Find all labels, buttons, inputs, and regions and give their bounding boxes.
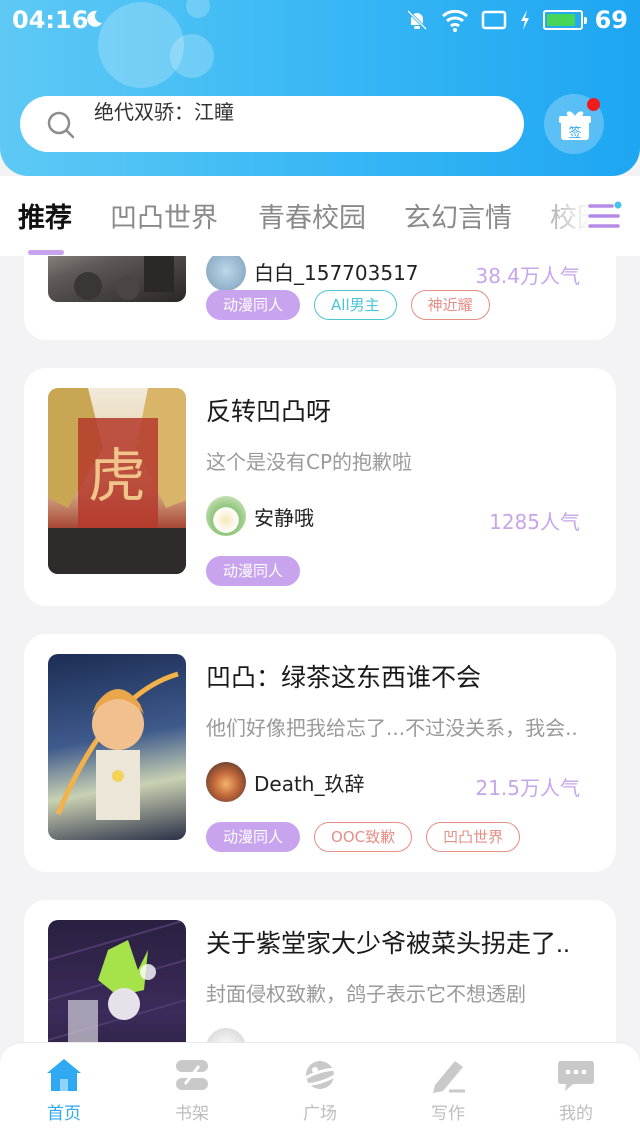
tab-fade <box>530 176 640 256</box>
author-name: 安静哦 <box>254 505 314 530</box>
popularity-count: 21.5万人气 <box>475 776 580 800</box>
tag[interactable]: 动漫同人 <box>206 556 301 586</box>
tab-youth-campus[interactable]: 青春校园 <box>258 196 366 235</box>
menu-icon[interactable] <box>588 200 622 232</box>
story-description: 这个是没有CP的抱歉啦 <box>206 450 413 474</box>
story-card[interactable]: 凹凸：绿茶这东西谁不会 他们好像把我给忘了...不过没关系，我会.. Death… <box>24 634 616 872</box>
nav-label: 我的 <box>559 1104 593 1124</box>
avatar <box>206 256 246 291</box>
story-title: 关于紫堂家大少爷被菜头拐走了.. <box>206 930 570 958</box>
tag[interactable]: 凹凸世界 <box>426 822 521 852</box>
story-author: Death_玖辞 <box>206 762 364 802</box>
story-card[interactable]: 虎 反转凹凸呀 这个是没有CP的抱歉啦 安静哦 1285人气 动漫同人 <box>24 368 616 606</box>
story-description: 他们好像把我给忘了...不过没关系，我会.. <box>206 716 578 740</box>
charging-icon <box>520 10 529 30</box>
tab-recommend[interactable]: 推荐 <box>18 196 72 235</box>
story-card[interactable]: 白白_157703517 38.4万人气 动漫同人 All男主 神近耀 <box>24 256 616 340</box>
cover-title: 虎 <box>88 442 146 510</box>
gift-icon: 签 <box>559 111 591 141</box>
popularity-count: 38.4万人气 <box>475 264 580 288</box>
battery-level <box>546 14 576 26</box>
story-card[interactable]: 关于紫堂家大少爷被菜头拐走了.. 封面侵权致歉，鸽子表示它不想透剧 <box>24 900 616 1042</box>
status-bar: 04:16 69 <box>0 0 640 40</box>
cast-icon <box>481 10 506 30</box>
tag[interactable]: All男主 <box>314 290 397 320</box>
nav-home[interactable]: 首页 <box>14 1057 114 1124</box>
story-author: 白白_157703517 <box>206 256 419 291</box>
pen-icon <box>433 1061 465 1093</box>
active-tab-indicator <box>28 250 64 255</box>
nav-bookshelf[interactable]: 书架 <box>142 1057 242 1124</box>
planet-icon <box>301 1061 339 1089</box>
popularity-count: 1285人气 <box>489 510 580 534</box>
nav-mine[interactable]: 我的 <box>526 1057 626 1124</box>
nav-write[interactable]: 写作 <box>398 1057 498 1124</box>
tag-list: 动漫同人 <box>206 556 301 586</box>
nav-label: 书架 <box>175 1104 209 1124</box>
chat-icon <box>558 1061 594 1091</box>
tag[interactable]: 动漫同人 <box>206 290 301 320</box>
story-description: 封面侵权致歉，鸽子表示它不想透剧 <box>206 982 526 1006</box>
tab-aotu-world[interactable]: 凹凸世界 <box>110 196 218 235</box>
story-cover <box>48 256 186 302</box>
category-tabs: 推荐 凹凸世界 青春校园 玄幻言情 校园 <box>0 176 640 256</box>
author-name: Death_玖辞 <box>254 771 365 796</box>
search-icon <box>47 111 75 139</box>
avatar <box>206 762 246 802</box>
app-header: 04:16 69 绝代双骄：江瞳 签 <box>0 0 640 176</box>
wifi-icon <box>441 9 468 32</box>
tag[interactable]: OOC致歉 <box>314 822 413 852</box>
home-icon <box>47 1059 81 1091</box>
tab-fantasy-romance[interactable]: 玄幻言情 <box>404 196 512 235</box>
nav-plaza[interactable]: 广场 <box>270 1057 370 1124</box>
story-cover: 虎 <box>48 388 186 574</box>
checkin-label: 签 <box>568 125 581 141</box>
bookshelf-icon <box>176 1060 208 1090</box>
cover-art <box>55 671 179 820</box>
search-input[interactable]: 绝代双骄：江瞳 <box>94 96 234 125</box>
notification-dot <box>587 98 600 111</box>
bottom-navigation: 首页 书架 广场 写作 我的 <box>0 1042 640 1138</box>
tag[interactable]: 神近耀 <box>410 290 490 320</box>
avatar <box>206 1028 246 1042</box>
battery-percent: 69 <box>594 6 628 34</box>
tag-list: 动漫同人 All男主 神近耀 <box>206 290 490 320</box>
story-author: 安静哦 <box>206 496 314 536</box>
nav-label: 广场 <box>303 1104 337 1124</box>
tag-list: 动漫同人 OOC致歉 凹凸世界 <box>206 822 521 852</box>
story-title: 凹凸：绿茶这东西谁不会 <box>206 664 482 692</box>
story-cover <box>48 920 186 1042</box>
cover-art <box>74 256 174 300</box>
story-feed: 白白_157703517 38.4万人气 动漫同人 All男主 神近耀 虎 反转… <box>0 256 640 1042</box>
nav-label: 写作 <box>431 1104 465 1124</box>
search-bar[interactable]: 绝代双骄：江瞳 <box>20 96 524 152</box>
decor-bubble <box>170 34 214 78</box>
battery-icon <box>542 10 587 30</box>
nav-label: 首页 <box>47 1104 81 1124</box>
status-time: 04:16 <box>12 6 89 34</box>
story-author <box>206 1028 254 1042</box>
avatar <box>206 496 246 536</box>
author-name: 白白_157703517 <box>254 260 419 285</box>
mute-bell-icon <box>406 9 427 31</box>
story-title: 反转凹凸呀 <box>206 398 332 426</box>
moon-icon <box>87 10 102 27</box>
cover-art <box>48 920 186 1042</box>
tag[interactable]: 动漫同人 <box>206 822 301 852</box>
checkin-button[interactable]: 签 <box>544 94 604 154</box>
cover-art: 虎 <box>48 388 186 574</box>
story-cover <box>48 654 186 840</box>
